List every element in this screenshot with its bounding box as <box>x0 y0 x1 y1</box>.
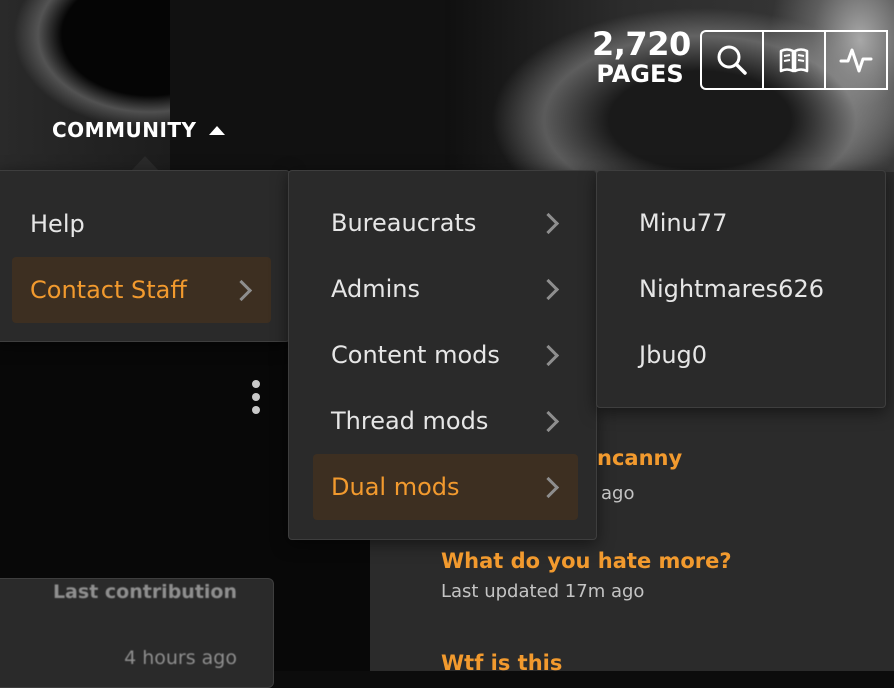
chevron-right-icon <box>537 410 560 432</box>
menu-item-contact-staff[interactable]: Contact Staff <box>12 257 271 323</box>
community-label: COMMUNITY <box>52 118 197 142</box>
chevron-right-icon <box>537 344 560 366</box>
search-icon <box>717 45 747 75</box>
contribution-label: Last contribution <box>52 581 237 603</box>
hero-dark-panel <box>170 0 445 172</box>
feed-item[interactable]: ncanny <box>597 446 682 470</box>
pages-count: 2,720 <box>592 25 691 63</box>
menu-item-user-jbug0[interactable]: Jbug0 <box>621 322 867 388</box>
more-options-icon[interactable] <box>252 380 262 419</box>
activity-icon <box>839 48 873 73</box>
chevron-right-icon <box>537 212 560 234</box>
feed-item-meta: ago <box>601 483 635 504</box>
menu-item-label: Contact Staff <box>30 276 187 304</box>
feed-item-title[interactable]: What do you hate more? <box>441 549 732 573</box>
book-icon <box>779 48 809 73</box>
menu-item-label: Help <box>30 210 85 238</box>
community-nav[interactable]: COMMUNITY <box>52 118 225 142</box>
chevron-right-icon <box>537 476 560 498</box>
menu-item-dual-mods[interactable]: Dual mods <box>313 454 578 520</box>
menu-item-label: Bureaucrats <box>331 209 477 237</box>
menu-item-label: Admins <box>331 275 420 303</box>
menu-item-help[interactable]: Help <box>12 191 271 257</box>
search-button[interactable] <box>702 32 764 88</box>
chevron-right-icon <box>537 278 560 300</box>
menu-item-label: Dual mods <box>331 473 460 501</box>
menu-item-label: Minu77 <box>639 209 728 237</box>
dual-mods-submenu: Minu77 Nightmares626 Jbug0 <box>596 170 886 408</box>
pages-counter: 2,720 PAGES <box>592 25 691 88</box>
menu-item-label: Thread mods <box>331 407 489 435</box>
menu-item-label: Jbug0 <box>639 341 708 369</box>
menu-item-label: Content mods <box>331 341 500 369</box>
header-toolbar <box>700 30 888 90</box>
pages-label: PAGES <box>596 60 684 88</box>
discuss-button[interactable] <box>764 32 826 88</box>
contribution-time: 4 hours ago <box>124 647 237 669</box>
feed-item-title[interactable]: Wtf is this <box>441 651 562 675</box>
menu-item-label: Nightmares626 <box>639 275 824 303</box>
feed-item-meta-partial: ago <box>601 483 634 504</box>
contribution-card: Last contribution 4 hours ago <box>0 578 274 688</box>
menu-item-admins[interactable]: Admins <box>313 256 578 322</box>
menu-item-content-mods[interactable]: Content mods <box>313 322 578 388</box>
contact-staff-submenu: Bureaucrats Admins Content mods Thread m… <box>288 170 597 540</box>
menu-item-user-nightmares626[interactable]: Nightmares626 <box>621 256 867 322</box>
menu-item-user-minu77[interactable]: Minu77 <box>621 190 867 256</box>
caret-up-icon <box>208 125 225 135</box>
activity-button[interactable] <box>826 32 888 88</box>
menu-item-thread-mods[interactable]: Thread mods <box>313 388 578 454</box>
feed-item[interactable]: What do you hate more? Last updated 17m … <box>441 549 732 602</box>
feed-item-meta: Last updated 17m ago <box>441 581 645 602</box>
menu-pointer <box>131 156 159 171</box>
chevron-right-icon <box>230 279 253 301</box>
community-dropdown: Help Contact Staff <box>0 170 290 342</box>
feed-item[interactable]: Wtf is this <box>441 651 562 675</box>
feed-item-title[interactable]: ncanny <box>597 446 682 470</box>
menu-item-bureaucrats[interactable]: Bureaucrats <box>313 190 578 256</box>
